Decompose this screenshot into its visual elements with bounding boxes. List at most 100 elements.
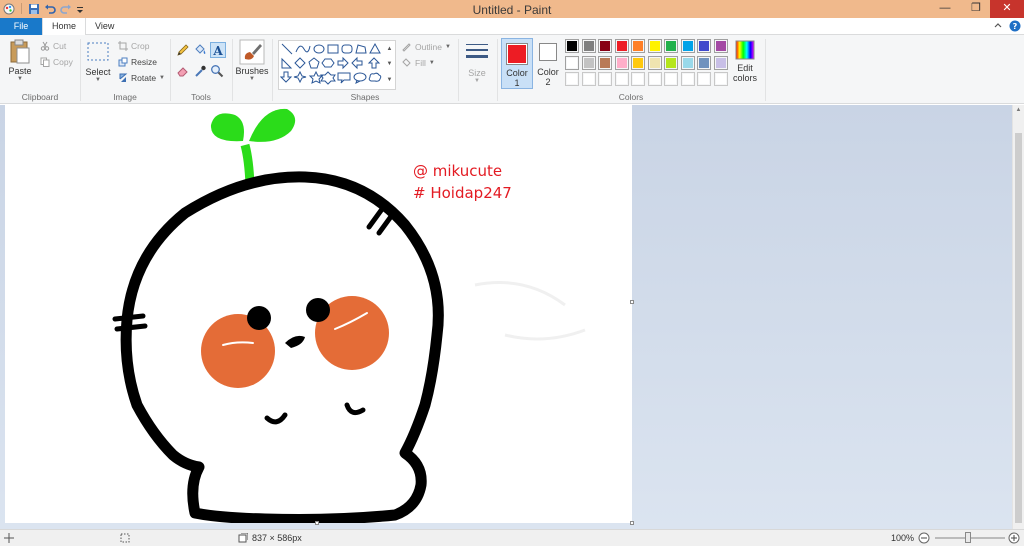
outline-icon [402, 43, 411, 52]
status-bar: 837 × 586px 100% [0, 529, 1024, 546]
palette-swatch[interactable] [680, 72, 695, 86]
palette-swatch[interactable] [664, 55, 678, 70]
palette-swatch[interactable] [647, 55, 662, 70]
fill-tool[interactable] [193, 43, 207, 57]
fill-label: Fill [415, 57, 426, 68]
cut-button[interactable]: Cut [40, 41, 66, 51]
tab-view[interactable]: View [86, 18, 123, 35]
palette-swatch[interactable] [680, 55, 695, 70]
palette-swatch[interactable] [581, 72, 596, 86]
shapes-gallery[interactable]: ▲ ▼ ▼ [278, 40, 396, 90]
palette-swatch[interactable] [565, 72, 579, 86]
crop-button[interactable]: Crop [118, 41, 149, 51]
color2-button[interactable]: Color 2 [536, 38, 560, 87]
resize-handle-right[interactable] [630, 300, 634, 304]
eyedropper-icon [195, 65, 206, 77]
faint-stroke [474, 281, 586, 341]
svg-text:?: ? [1013, 22, 1018, 31]
pencil-tool[interactable] [176, 43, 190, 57]
magnifier-tool[interactable] [210, 64, 224, 78]
color-picker-tool[interactable] [193, 64, 207, 78]
right-arrow-shape-icon [337, 56, 349, 70]
resize-handle-bottom[interactable] [315, 521, 319, 525]
edit-colors-label-1: Edit [737, 63, 753, 73]
brushes-button[interactable]: Brushes ▼ [235, 39, 269, 82]
zoom-out-button[interactable] [918, 532, 930, 544]
palette-swatch[interactable] [598, 55, 612, 70]
scroll-up-icon[interactable]: ▲ [1013, 107, 1024, 113]
text-tool[interactable]: A [210, 42, 226, 58]
zoom-in-icon [1008, 532, 1020, 544]
minimize-ribbon-icon[interactable] [993, 21, 1003, 31]
palette-swatch[interactable] [598, 72, 612, 86]
palette-swatch[interactable] [565, 55, 579, 70]
palette-swatch-fill [649, 57, 660, 68]
vertical-scrollbar[interactable]: ▲ [1012, 105, 1024, 529]
restore-button[interactable]: ❐ [962, 0, 990, 18]
palette-swatch[interactable] [631, 55, 645, 70]
separator [765, 39, 766, 101]
palette-swatch[interactable] [697, 39, 711, 53]
zoom-slider-thumb[interactable] [965, 532, 971, 543]
callout-oval-shape-icon [353, 72, 367, 84]
svg-text:A: A [212, 44, 223, 57]
shapes-scroll-up-icon[interactable]: ▲ [385, 42, 394, 56]
title-bar: Untitled - Paint — ❐ ✕ [0, 0, 1024, 18]
clipboard-group-label: Clipboard [21, 92, 59, 102]
palette-swatch[interactable] [581, 55, 596, 70]
palette-swatch[interactable] [614, 55, 629, 70]
palette-swatch[interactable] [680, 39, 695, 53]
palette-swatch-fill [583, 41, 594, 51]
tab-file[interactable]: File [0, 18, 42, 35]
palette-swatch[interactable] [581, 39, 596, 53]
palette-swatch[interactable] [697, 72, 711, 86]
palette-swatch[interactable] [664, 72, 678, 86]
tab-home[interactable]: Home [42, 18, 87, 36]
palette-swatch-fill [600, 57, 610, 68]
shapes-scroll-down-icon[interactable]: ▼ [385, 57, 394, 71]
zoom-level: 100% [891, 533, 914, 543]
palette-swatch[interactable] [697, 55, 711, 70]
zoom-slider[interactable] [935, 532, 1005, 543]
up-arrow-shape-icon [367, 57, 381, 69]
resize-handle-corner[interactable] [630, 521, 634, 525]
palette-swatch-fill [649, 74, 660, 84]
palette-swatch[interactable] [598, 39, 612, 53]
select-button[interactable]: Select ▼ [84, 41, 112, 83]
close-button[interactable]: ✕ [990, 0, 1024, 18]
drawing-canvas[interactable]: @ mikucute # Hoidap247 [5, 105, 632, 525]
palette-swatch[interactable] [647, 72, 662, 86]
copy-button[interactable]: Copy [40, 57, 73, 67]
hexagon-shape-icon [321, 58, 335, 68]
palette-swatch[interactable] [631, 72, 645, 86]
mouth-left [264, 412, 288, 425]
image-size-text: 837 × 586px [252, 533, 302, 543]
size-button[interactable]: Size ▼ [462, 41, 492, 84]
rotate-button[interactable]: Rotate ▼ [118, 73, 165, 83]
resize-button[interactable]: Resize [118, 57, 157, 67]
palette-swatch[interactable] [614, 39, 629, 53]
scroll-thumb[interactable] [1015, 133, 1022, 523]
separator [232, 39, 233, 101]
shapes-expand-icon[interactable]: ▼ [385, 73, 394, 87]
fill-button[interactable]: Fill ▼ [401, 57, 435, 68]
palette-swatch-fill [600, 41, 610, 51]
palette-swatch[interactable] [565, 39, 579, 53]
palette-swatch[interactable] [664, 39, 678, 53]
edit-colors-button[interactable]: Edit colors [730, 39, 760, 83]
palette-swatch[interactable] [614, 72, 629, 86]
help-icon[interactable]: ? [1009, 20, 1021, 32]
eraser-tool[interactable] [176, 64, 190, 78]
palette-swatch[interactable] [713, 72, 728, 86]
palette-swatch[interactable] [713, 39, 728, 53]
color1-button[interactable]: Color 1 [501, 38, 533, 89]
zoom-in-button[interactable] [1008, 532, 1020, 544]
chevron-down-icon: ▼ [17, 76, 23, 82]
palette-swatch[interactable] [647, 39, 662, 53]
outline-button[interactable]: Outline ▼ [401, 41, 451, 52]
minimize-button[interactable]: — [930, 0, 960, 18]
paste-button[interactable]: Paste ▼ [6, 39, 34, 82]
palette-swatch-fill [666, 57, 676, 68]
palette-swatch[interactable] [713, 55, 728, 70]
palette-swatch[interactable] [631, 39, 645, 53]
